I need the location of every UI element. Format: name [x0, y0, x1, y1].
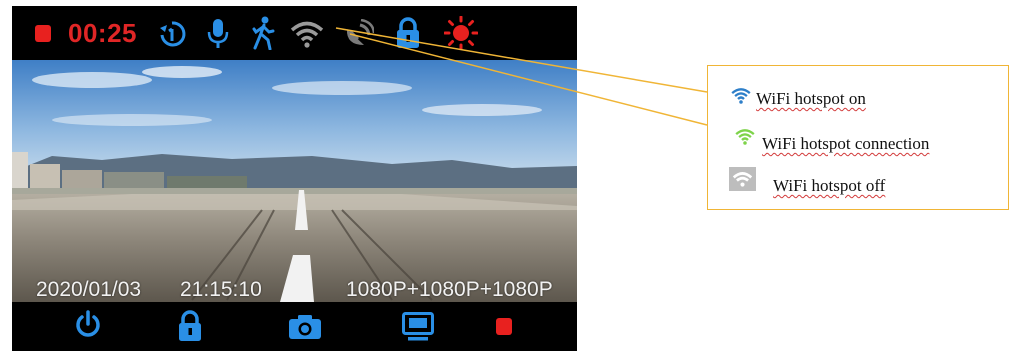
overlay-date: 2020/01/03 — [36, 278, 142, 301]
legend-item-wifi-off: WiFi hotspot off — [708, 167, 1008, 197]
overlay-time: 21:15:10 — [180, 278, 262, 301]
wifi-on-icon — [731, 88, 751, 104]
dashcam-screen: 00:25 2020/01/03 21:15:10 1080P+1080P+10… — [12, 6, 577, 351]
status-bar: 00:25 — [12, 6, 577, 60]
legend-item-wifi-on: WiFi hotspot on — [708, 84, 1008, 114]
wifi-off-icon — [729, 167, 756, 191]
legend-label: WiFi hotspot on — [756, 89, 866, 108]
power-icon[interactable] — [74, 310, 102, 340]
lock-icon — [397, 17, 419, 48]
recording-time: 00:25 — [68, 18, 137, 48]
brightness-icon — [444, 16, 478, 50]
wifi-legend: WiFi hotspot on WiFi hotspot connection … — [707, 65, 1009, 210]
wifi-icon — [290, 21, 324, 48]
runway-scene-image — [12, 60, 577, 302]
camera-icon[interactable] — [288, 314, 322, 340]
lock-button-icon[interactable] — [178, 310, 202, 342]
motion-detection-icon — [252, 16, 275, 50]
gps-icon — [346, 19, 374, 45]
record-icon[interactable] — [496, 318, 512, 335]
legend-label: WiFi hotspot off — [773, 176, 886, 195]
overlay-resolution: 1080P+1080P+1080P — [346, 278, 553, 301]
microphone-icon — [207, 19, 229, 48]
timer-icon — [160, 21, 186, 47]
legend-label: WiFi hotspot connection — [762, 134, 930, 153]
control-bar — [12, 302, 577, 351]
camera-preview[interactable] — [12, 60, 577, 302]
screen-icon[interactable] — [402, 312, 434, 342]
stop-recording-icon[interactable] — [35, 25, 51, 42]
legend-item-wifi-connection: WiFi hotspot connection — [708, 126, 1008, 156]
wifi-connection-icon — [735, 129, 755, 145]
